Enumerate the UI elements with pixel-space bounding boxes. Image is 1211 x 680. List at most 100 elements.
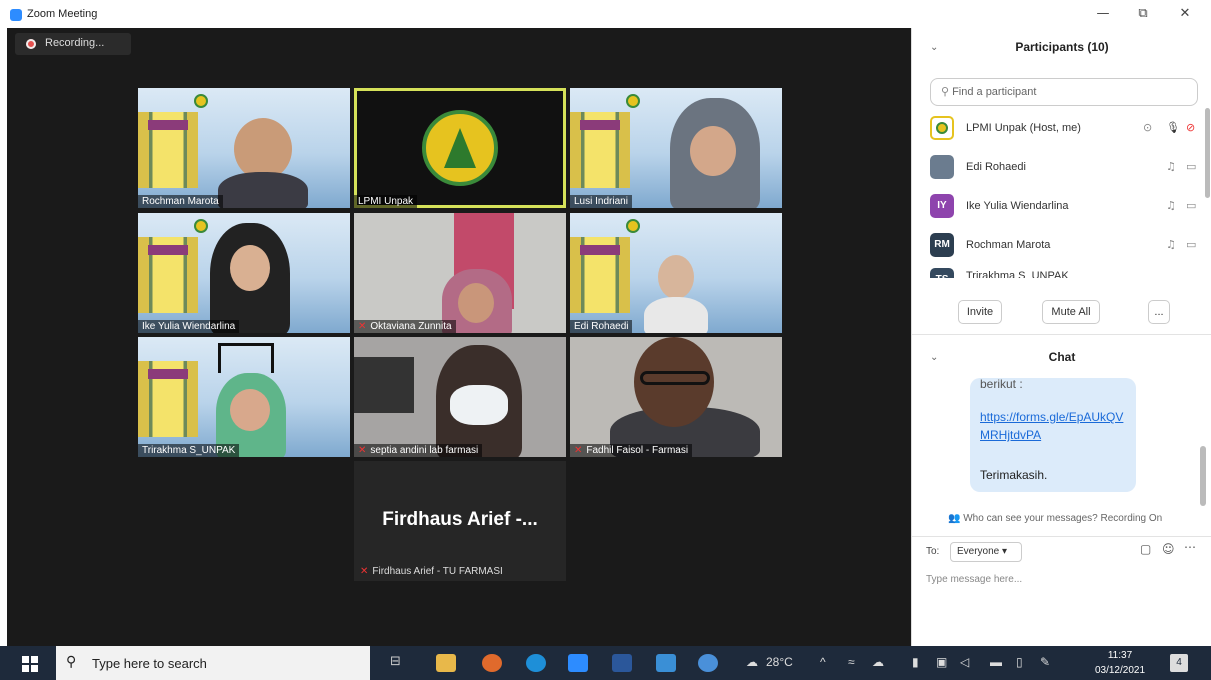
task-view-icon[interactable]: ⊟	[390, 654, 410, 672]
weather-icon[interactable]: ☁	[746, 655, 758, 669]
video-off-icon[interactable]: ⊘	[1186, 121, 1195, 134]
tile-name: Rochman Marota	[138, 195, 223, 208]
windows-start-icon[interactable]	[22, 656, 38, 672]
chat-message-input[interactable]: Type message here...	[926, 574, 1022, 585]
video-icon[interactable]: ▭	[1186, 160, 1196, 173]
clock[interactable]: 11:37 03/12/2021	[1092, 648, 1148, 678]
participant-face	[230, 389, 270, 431]
participant-row-partial[interactable]: TS Trirakhma S_UNPAK	[930, 266, 1208, 278]
close-button[interactable]: ✕	[1170, 4, 1200, 24]
window-title: Zoom Meeting	[27, 8, 98, 20]
tile-name: Trirakhma S_UNPAK	[138, 444, 240, 457]
mic-icon[interactable]: ♫	[1166, 238, 1176, 251]
video-tile[interactable]: ✕ Fadhil Faisol - Farmasi	[570, 337, 782, 457]
restore-button[interactable]: ⧉	[1128, 4, 1158, 24]
invite-button[interactable]: Invite	[958, 300, 1002, 324]
unpak-logo	[194, 219, 208, 233]
file-icon[interactable]: ▢	[1140, 542, 1151, 556]
file-explorer-icon[interactable]	[436, 654, 456, 672]
volume-icon[interactable]: ◁	[960, 655, 969, 669]
chat-message: berikut : https://forms.gle/EpAUkQVMRHjt…	[970, 378, 1136, 492]
help-icon[interactable]	[698, 654, 718, 672]
edge-icon[interactable]	[526, 654, 546, 672]
taskbar: ⚲ Type here to search ⊟ ☁ 28°C ^ ≈ ☁ ▮ ▣…	[0, 646, 1211, 680]
people-icon: 👥	[948, 513, 961, 524]
display-icon[interactable]: ▣	[936, 655, 947, 669]
mute-all-button[interactable]: Mute All	[1042, 300, 1100, 324]
mic-icon[interactable]: ♫	[1166, 199, 1176, 212]
tile-name: ✕ Firdhaus Arief - TU FARMASI	[360, 566, 503, 577]
monitor-background	[354, 357, 414, 413]
video-icon[interactable]: ▭	[1186, 199, 1196, 212]
participant-row[interactable]: LPMI Unpak (Host, me) ⊙ 🎙 ⊘	[930, 110, 1208, 148]
recording-label: Recording...	[45, 37, 105, 49]
participant-name: Trirakhma S_UNPAK	[966, 270, 1069, 278]
tile-name: ✕ septia andini lab farmasi	[354, 444, 483, 457]
video-tile[interactable]: Trirakhma S_UNPAK	[138, 337, 350, 457]
usb-icon[interactable]: ▮	[912, 655, 919, 669]
video-tile-active[interactable]: LPMI Unpak	[354, 88, 566, 208]
pen-icon[interactable]: ✎	[1040, 655, 1050, 669]
mic-muted-icon: ✕	[358, 321, 367, 332]
participant-name: Edi Rohaedi	[966, 161, 1026, 173]
mic-muted-icon: ✕	[358, 445, 367, 456]
phone-icon[interactable]: ▯	[1016, 655, 1023, 669]
more-button[interactable]: ...	[1148, 300, 1170, 324]
participant-row[interactable]: IY Ike Yulia Wiendarlina ♫ ▭	[930, 188, 1208, 226]
video-tile[interactable]: Rochman Marota	[138, 88, 350, 208]
weather-temp[interactable]: 28°C	[766, 655, 793, 669]
chat-text: Terimakasih.	[980, 468, 1048, 482]
participants-scrollbar[interactable]	[1205, 108, 1210, 198]
onedrive-icon[interactable]: ☁	[872, 655, 884, 669]
video-tile[interactable]: ✕ Oktaviana Zunnita	[354, 213, 566, 333]
recipient-select[interactable]: Everyone ▾	[950, 542, 1022, 562]
battery-icon[interactable]: ▬	[990, 655, 1002, 669]
photos-icon[interactable]	[656, 654, 676, 672]
participant-name: Rochman Marota	[966, 239, 1051, 251]
building-image	[138, 112, 198, 188]
participant-row[interactable]: Edi Rohaedi ♫ ▭	[930, 149, 1208, 187]
mic-icon[interactable]: 🎙	[1166, 121, 1180, 134]
mic-icon[interactable]: ♫	[1166, 160, 1176, 173]
firefox-icon[interactable]	[482, 654, 502, 672]
who-can-see-link[interactable]: 👥 Who can see your messages? Recording O…	[948, 513, 1162, 524]
emoji-icon[interactable]: ☺	[1162, 542, 1175, 556]
taskbar-search-input[interactable]: ⚲ Type here to search	[56, 646, 370, 680]
unpak-logo	[194, 94, 208, 108]
lpmi-logo	[422, 110, 498, 186]
building-image	[570, 237, 630, 313]
video-tile[interactable]: Edi Rohaedi	[570, 213, 782, 333]
video-tile-off[interactable]: Firdhaus Arief -... ✕ Firdhaus Arief - TU…	[354, 461, 566, 581]
recording-icon: ⊙	[1143, 121, 1153, 134]
notification-icon[interactable]: 4	[1170, 654, 1188, 672]
participant-search-input[interactable]: ⚲ Find a participant	[930, 78, 1198, 106]
tile-name: ✕ Fadhil Faisol - Farmasi	[570, 444, 693, 457]
building-image	[138, 237, 198, 313]
video-tile[interactable]: Lusi Indriani	[570, 88, 782, 208]
participant-row[interactable]: RM Rochman Marota ♫ ▭	[930, 227, 1208, 265]
word-icon[interactable]	[612, 654, 632, 672]
chat-link[interactable]: https://forms.gle/EpAUkQVMRHjtdvPA	[980, 408, 1130, 444]
chevron-up-icon[interactable]: ^	[820, 655, 826, 669]
minimize-button[interactable]: —	[1088, 4, 1118, 24]
video-icon[interactable]: ▭	[1186, 238, 1196, 251]
recording-indicator[interactable]: Recording...	[15, 33, 131, 55]
search-icon: ⚲	[941, 86, 950, 98]
avatar	[930, 155, 954, 179]
video-tile[interactable]: ✕ septia andini lab farmasi	[354, 337, 566, 457]
more-icon[interactable]: ⋯	[1184, 540, 1196, 554]
participant-video	[644, 297, 708, 333]
network-icon[interactable]: ≈	[848, 655, 855, 669]
participants-header: Participants (10)	[1015, 40, 1109, 54]
glasses	[640, 371, 710, 385]
participant-video	[234, 118, 292, 180]
chat-scrollbar[interactable]	[1200, 446, 1206, 506]
search-placeholder: Type here to search	[92, 656, 207, 671]
video-tile[interactable]: Ike Yulia Wiendarlina	[138, 213, 350, 333]
zoom-taskbar-icon[interactable]	[568, 654, 588, 672]
divider	[912, 536, 1211, 537]
avatar: TS	[930, 268, 954, 278]
title-bar: Zoom Meeting — ⧉ ✕	[0, 0, 1211, 28]
participant-name: Ike Yulia Wiendarlina	[966, 200, 1069, 212]
avatar: RM	[930, 233, 954, 257]
